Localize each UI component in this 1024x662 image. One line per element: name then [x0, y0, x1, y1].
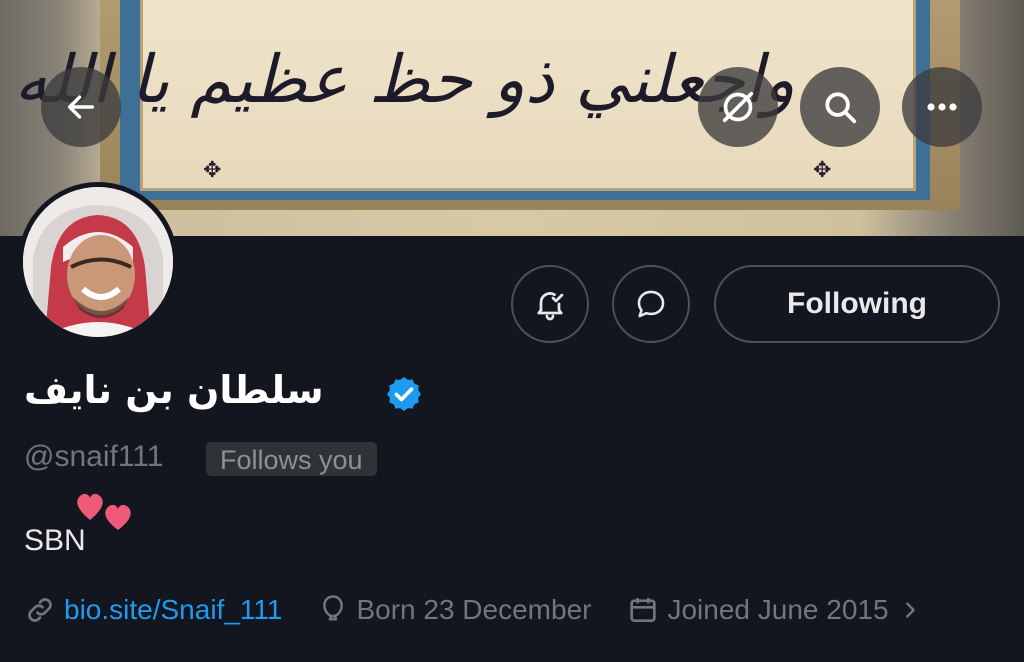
ornament-left-icon: ✥	[203, 158, 222, 183]
birthday-item: Born 23 December	[318, 594, 591, 626]
display-name: سلطان بن نايف	[24, 368, 324, 412]
grok-icon	[722, 91, 754, 123]
avatar-illustration	[23, 187, 173, 337]
bell-check-icon	[537, 292, 564, 321]
arrow-left-icon	[67, 95, 95, 119]
hearts-emoji-icon	[77, 493, 131, 530]
verified-badge-icon	[387, 377, 421, 411]
back-button[interactable]	[41, 67, 121, 147]
more-dots-icon	[927, 103, 957, 111]
search-icon	[825, 92, 857, 124]
link-icon	[28, 598, 52, 622]
search-button[interactable]	[800, 67, 880, 147]
website-link[interactable]: bio.site/Snaif_111	[24, 594, 282, 626]
notifications-button[interactable]	[511, 265, 589, 343]
website-url[interactable]: bio.site/Snaif_111	[64, 594, 282, 626]
avatar[interactable]	[18, 182, 178, 342]
grok-button[interactable]	[698, 67, 778, 147]
balloon-icon	[323, 595, 344, 621]
follows-you-badge: Follows you	[206, 442, 377, 476]
more-button[interactable]	[902, 67, 982, 147]
joined-text: Joined June 2015	[667, 594, 889, 625]
avatar-photo	[23, 187, 173, 337]
message-bubble-icon	[637, 290, 665, 318]
message-button[interactable]	[612, 265, 690, 343]
joined-item: Joined June 2015	[627, 594, 928, 626]
chevron-right-icon[interactable]	[899, 599, 921, 621]
username-handle: @snaif111	[24, 440, 164, 473]
ornament-right-icon: ✥	[813, 158, 832, 183]
following-button[interactable]: Following	[714, 265, 1000, 343]
profile-meta-row: bio.site/Snaif_111 Born 23 December Join…	[24, 590, 965, 630]
birthday-text: Born 23 December	[356, 594, 592, 625]
calendar-icon	[630, 598, 657, 622]
